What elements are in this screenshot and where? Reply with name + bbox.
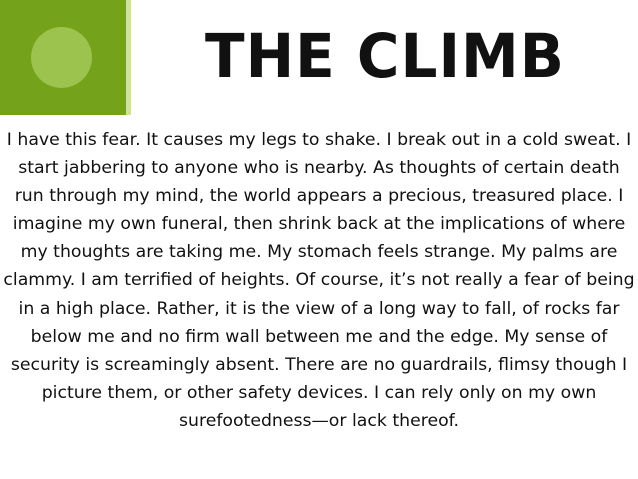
slide-body-text: I have this fear. It causes my legs to s… (3, 130, 635, 431)
accent-strip (126, 0, 131, 115)
slide-title: THE CLIMB (205, 20, 565, 92)
accent-circle (31, 27, 92, 88)
